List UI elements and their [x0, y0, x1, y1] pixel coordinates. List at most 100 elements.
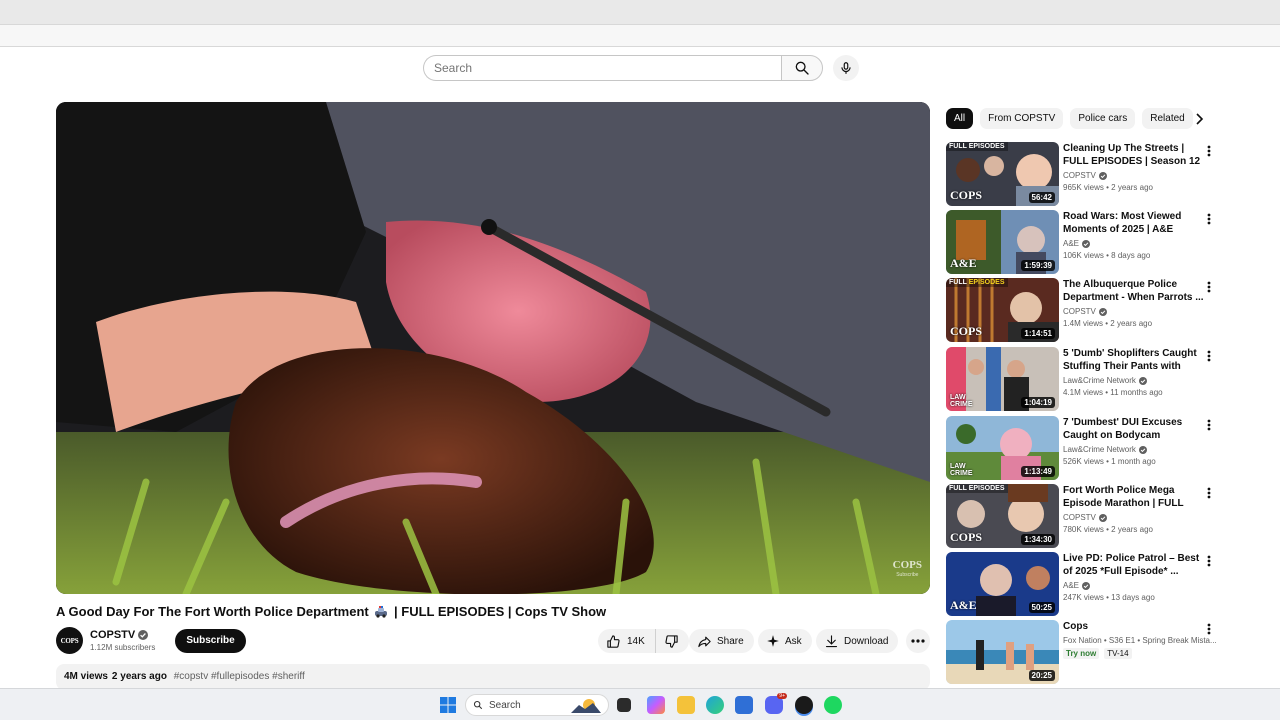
rec-menu-button[interactable] — [1203, 280, 1215, 294]
share-button[interactable]: Share — [689, 629, 754, 653]
edge-browser-icon[interactable] — [706, 696, 724, 714]
voice-search-button[interactable] — [833, 55, 859, 81]
video-thumbnail[interactable]: A&E 50:25 — [946, 552, 1059, 616]
like-dislike-group: 14K — [598, 629, 689, 653]
rec-menu-button[interactable] — [1203, 349, 1215, 363]
video-watermark: COPS Subscribe — [892, 559, 922, 578]
related-filter-chips: All From COPSTV Police cars Related — [946, 108, 1193, 129]
rec-title[interactable]: Fort Worth Police Mega Episode Marathon … — [1063, 484, 1205, 510]
chip-related[interactable]: Related — [1142, 108, 1193, 129]
ask-button[interactable]: Ask — [758, 629, 812, 653]
recommendation-item[interactable]: FULL EPISODES COPS 1:14:51 The Albuquerq… — [946, 278, 1226, 342]
download-button[interactable]: Download — [816, 629, 899, 653]
rec-menu-button[interactable] — [1203, 486, 1215, 500]
rec-menu-button[interactable] — [1203, 622, 1215, 636]
recommendation-item[interactable]: 20:25 Cops Fox Nation • S36 E1 • Spring … — [946, 620, 1226, 684]
more-horizontal-icon — [911, 639, 925, 643]
police-car-icon — [374, 606, 388, 621]
rec-channel[interactable]: COPSTV — [1063, 513, 1205, 522]
chip-from-copstv[interactable]: From COPSTV — [980, 108, 1064, 129]
rec-channel[interactable]: Fox Nation • S36 E1 • Spring Break Mista… — [1063, 636, 1217, 645]
sparkle-icon — [767, 635, 779, 647]
video-thumbnail[interactable]: LAW CRIME 1:13:49 — [946, 416, 1059, 480]
search-highlight-icon — [571, 699, 601, 713]
thumbs-up-icon — [607, 634, 620, 648]
rec-stats: 4.1M views • 11 months ago — [1063, 388, 1163, 397]
rec-menu-button[interactable] — [1203, 554, 1215, 568]
chip-all[interactable]: All — [946, 108, 974, 129]
video-thumbnail[interactable]: LAW CRIME 1:04:19 — [946, 347, 1059, 411]
rec-badges: Try now TV-14 — [1063, 648, 1205, 659]
video-thumbnail[interactable]: FULL EPISODES COPS 1:34:30 — [946, 484, 1059, 548]
channel-name[interactable]: COPSTV — [90, 629, 155, 641]
task-view-icon[interactable] — [617, 698, 631, 712]
rec-stats: 780K views • 2 years ago — [1063, 525, 1153, 534]
recommendation-item[interactable]: LAW CRIME 1:04:19 5 'Dumb' Shoplifters Ca… — [946, 347, 1226, 411]
start-button[interactable] — [440, 697, 456, 718]
recommendation-item[interactable]: A&E 50:25 Live PD: Police Patrol – Best … — [946, 552, 1226, 616]
video-thumbnail[interactable]: 20:25 — [946, 620, 1059, 684]
view-count: 4M views — [64, 671, 108, 682]
search-button[interactable] — [781, 55, 823, 81]
download-group: Download — [816, 629, 899, 653]
rec-title[interactable]: 5 'Dumb' Shoplifters Caught Stuffing The… — [1063, 347, 1205, 373]
os-taskbar: Search 9+ — [0, 688, 1280, 720]
recommendation-item[interactable]: FULL EPISODES COPS 56:42 Cleaning Up The… — [946, 142, 1226, 206]
more-vertical-icon — [1207, 555, 1211, 567]
more-actions-button[interactable] — [906, 629, 930, 653]
thumbs-down-icon — [665, 634, 678, 648]
rec-channel[interactable]: A&E — [1063, 239, 1205, 248]
more-vertical-icon — [1207, 487, 1211, 499]
verified-icon — [1098, 171, 1107, 180]
store-icon[interactable] — [735, 696, 753, 714]
video-thumbnail[interactable]: A&E 1:59:39 — [946, 210, 1059, 274]
search-input[interactable] — [423, 55, 781, 81]
rec-channel[interactable]: A&E — [1063, 581, 1205, 590]
rec-title[interactable]: Cleaning Up The Streets | FULL EPISODES … — [1063, 142, 1205, 168]
rec-menu-button[interactable] — [1203, 144, 1215, 158]
chrome-browser-icon[interactable] — [795, 696, 813, 714]
description-box[interactable]: 4M views 2 years ago #copstv #fullepisode… — [56, 664, 930, 690]
rec-channel[interactable]: COPSTV — [1063, 171, 1205, 180]
chips-next-button[interactable] — [1190, 110, 1208, 128]
video-title-rest: | FULL EPISODES | Cops TV Show — [394, 604, 607, 619]
rec-title[interactable]: The Albuquerque Police Department - When… — [1063, 278, 1205, 304]
search-bar — [423, 55, 859, 81]
rec-title[interactable]: Road Wars: Most Viewed Moments of 2025 |… — [1063, 210, 1205, 236]
channel-avatar[interactable]: COPS — [56, 627, 83, 654]
verified-icon — [1082, 239, 1091, 248]
rec-title[interactable]: 7 'Dumbest' DUI Excuses Caught on Bodyca… — [1063, 416, 1205, 442]
rec-channel[interactable]: Law&Crime Network — [1063, 376, 1205, 385]
file-explorer-icon[interactable] — [677, 696, 695, 714]
rec-menu-button[interactable] — [1203, 212, 1215, 226]
taskbar-search[interactable]: Search — [465, 694, 609, 716]
verified-icon — [1098, 307, 1107, 316]
video-thumbnail[interactable]: FULL EPISODES COPS 56:42 — [946, 142, 1059, 206]
video-title-main: A Good Day For The Fort Worth Police Dep… — [56, 604, 369, 619]
more-vertical-icon — [1207, 281, 1211, 293]
channel-owner: COPS COPSTV 1.12M subscribers Subscribe — [56, 627, 246, 654]
recommendation-item[interactable]: FULL EPISODES COPS 1:34:30 Fort Worth Po… — [946, 484, 1226, 548]
recommendation-item[interactable]: A&E 1:59:39 Road Wars: Most Viewed Momen… — [946, 210, 1226, 274]
video-thumbnail[interactable]: FULL EPISODES COPS 1:14:51 — [946, 278, 1059, 342]
subscribe-button[interactable]: Subscribe — [175, 628, 246, 653]
video-player[interactable]: COPS Subscribe — [56, 102, 930, 594]
like-button[interactable]: 14K — [598, 629, 656, 653]
channel-info: COPSTV 1.12M subscribers — [90, 629, 155, 652]
dislike-button[interactable] — [656, 629, 689, 653]
try-now-badge[interactable]: Try now — [1063, 648, 1100, 659]
spotify-icon[interactable] — [824, 696, 842, 714]
hashtags[interactable]: #copstv #fullepisodes #sheriff — [174, 671, 305, 682]
recommendation-item[interactable]: LAW CRIME 1:13:49 7 'Dumbest' DUI Excuses… — [946, 416, 1226, 480]
discord-icon[interactable]: 9+ — [765, 693, 787, 714]
copilot-icon[interactable] — [647, 696, 665, 714]
rec-title[interactable]: Live PD: Police Patrol – Best of 2025 *F… — [1063, 552, 1205, 578]
rec-channel[interactable]: Law&Crime Network — [1063, 445, 1205, 454]
chevron-right-icon — [1196, 113, 1204, 125]
rec-menu-button[interactable] — [1203, 418, 1215, 432]
subscriber-count: 1.12M subscribers — [90, 643, 156, 652]
more-vertical-icon — [1207, 350, 1211, 362]
chip-police-cars[interactable]: Police cars — [1070, 108, 1136, 129]
rec-title[interactable]: Cops — [1063, 620, 1205, 633]
rec-channel[interactable]: COPSTV — [1063, 307, 1205, 316]
